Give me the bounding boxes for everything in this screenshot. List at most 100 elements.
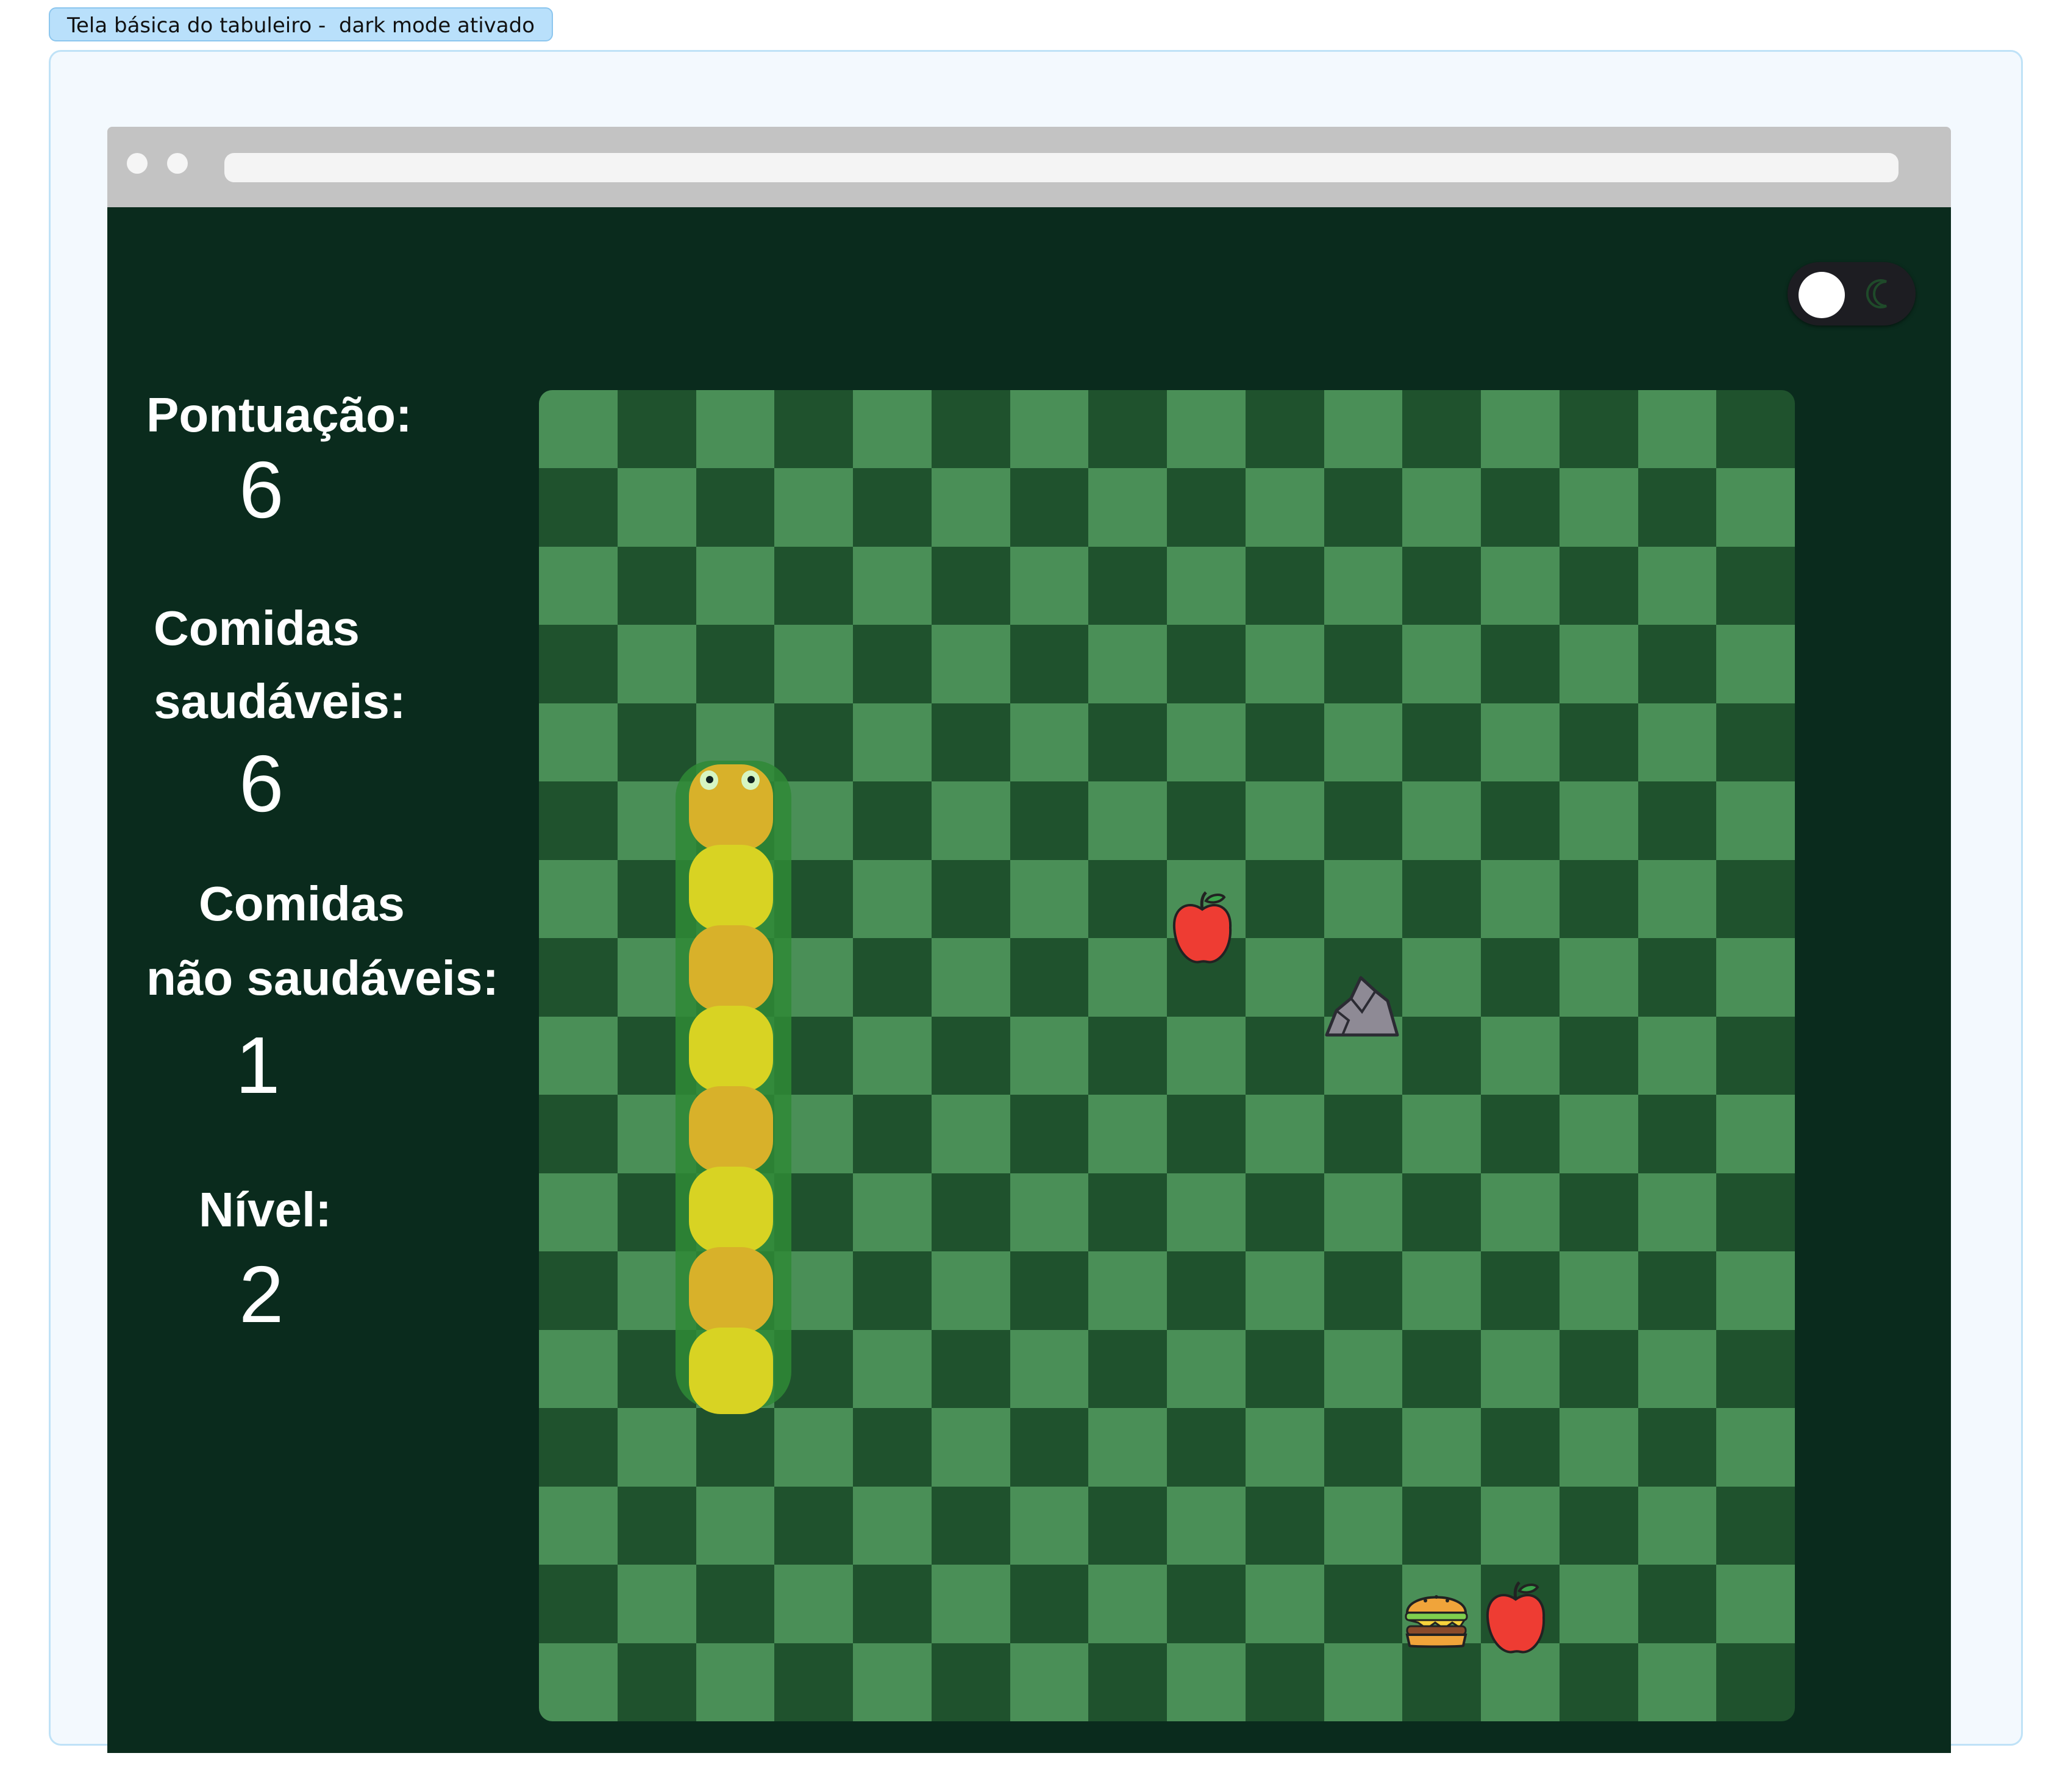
board-cell: [931, 1565, 1010, 1643]
board-cell: [774, 1486, 853, 1565]
board-cell: [853, 1486, 932, 1565]
board-cell: [1167, 1095, 1246, 1173]
board-cell: [1716, 1565, 1795, 1643]
board-cell: [1324, 1251, 1403, 1330]
board-cell: [1324, 703, 1403, 782]
board-cell: [1245, 1408, 1324, 1487]
board-cell: [617, 1643, 696, 1721]
board-cell: [1245, 1251, 1324, 1330]
board-cell: [539, 1016, 618, 1095]
board-cell: [1402, 1095, 1481, 1173]
moon-icon: [1866, 279, 1887, 308]
board-cell: [853, 703, 932, 782]
board-cell: [1481, 1329, 1560, 1409]
board-cell: [1716, 546, 1795, 625]
board-cell: [617, 1565, 696, 1643]
board-cell: [1324, 1173, 1403, 1252]
board-cell: [1638, 390, 1717, 469]
board-cell: [696, 546, 775, 625]
snake-segment: [689, 925, 773, 1012]
dark-mode-toggle[interactable]: [1788, 262, 1916, 325]
board-cell: [1245, 781, 1324, 860]
board-cell: [1245, 625, 1324, 703]
board-cell: [1088, 1251, 1167, 1330]
board-cell: [1245, 1565, 1324, 1643]
board-cell: [1324, 390, 1403, 469]
level-label: Nível:: [199, 1182, 332, 1237]
board-cell: [1716, 781, 1795, 860]
board-cell: [1088, 1643, 1167, 1721]
board-cell: [1324, 781, 1403, 860]
board-cell: [1402, 859, 1481, 939]
board-cell: [931, 1329, 1010, 1409]
score-value: 6: [239, 445, 284, 535]
board-cell: [1716, 859, 1795, 939]
snake-eye: [700, 770, 718, 790]
game-screen: Pontuação: 6 Comidas saudáveis: 6 Comida…: [107, 207, 1951, 1753]
window-dot[interactable]: [167, 153, 188, 174]
snake-segment: [689, 1086, 773, 1173]
board-cell: [1088, 859, 1167, 939]
board-cell: [617, 390, 696, 469]
board-cell: [1481, 1408, 1560, 1487]
snake-segment: [689, 1006, 773, 1092]
board-cell: [1716, 1643, 1795, 1721]
board-cell: [1481, 1251, 1560, 1330]
board-cell: [1167, 1565, 1246, 1643]
healthy-foods-value: 6: [239, 739, 284, 828]
board-cell: [853, 1095, 932, 1173]
unhealthy-foods-label-line1: Comidas: [199, 876, 405, 931]
board-cell: [1088, 1565, 1167, 1643]
board-cell: [1245, 703, 1324, 782]
board-cell: [853, 859, 932, 939]
board-cell: [1010, 390, 1089, 469]
board-cell: [617, 1486, 696, 1565]
board-cell: [1402, 1643, 1481, 1721]
board-cell: [1245, 1329, 1324, 1409]
board-cell: [1245, 859, 1324, 939]
board-cell: [774, 468, 853, 547]
board-cell: [931, 1251, 1010, 1330]
board-cell: [1324, 546, 1403, 625]
board-cell: [1010, 1095, 1089, 1173]
board-cell: [1167, 546, 1246, 625]
board-cell: [1559, 859, 1638, 939]
board-cell: [1324, 1329, 1403, 1409]
healthy-foods-label-line1: Comidas: [154, 601, 360, 655]
board-cell: [1402, 1251, 1481, 1330]
board-cell: [931, 859, 1010, 939]
board-cell: [853, 1251, 932, 1330]
board-cell: [1010, 1016, 1089, 1095]
board-cell: [1167, 1643, 1246, 1721]
window-dot[interactable]: [127, 153, 148, 174]
board-cell: [1559, 1016, 1638, 1095]
board-cell: [1559, 1486, 1638, 1565]
board-cell: [1324, 1486, 1403, 1565]
board-cell: [1559, 1173, 1638, 1252]
board-cell: [539, 625, 618, 703]
board-cell: [1481, 390, 1560, 469]
board-cell: [1481, 468, 1560, 547]
board-cell: [1088, 1329, 1167, 1409]
snake-head: [689, 764, 773, 851]
address-bar[interactable]: [224, 153, 1899, 182]
board-cell: [539, 1173, 618, 1252]
board-cell: [539, 390, 618, 469]
board-cell: [1245, 390, 1324, 469]
board-cell: [1638, 1486, 1717, 1565]
board-cell: [1559, 703, 1638, 782]
board-cell: [1088, 1016, 1167, 1095]
board-cell: [1402, 390, 1481, 469]
board-cell: [1559, 1095, 1638, 1173]
board-cell: [1402, 1486, 1481, 1565]
board-cell: [1481, 1173, 1560, 1252]
board-cell: [931, 468, 1010, 547]
board-cell: [1638, 625, 1717, 703]
board-cell: [931, 1095, 1010, 1173]
board-cell: [1481, 938, 1560, 1017]
board-cell: [1402, 703, 1481, 782]
board-cell: [1088, 1486, 1167, 1565]
board-cell: [1638, 1095, 1717, 1173]
board-cell: [539, 781, 618, 860]
board-cell: [1638, 1173, 1717, 1252]
